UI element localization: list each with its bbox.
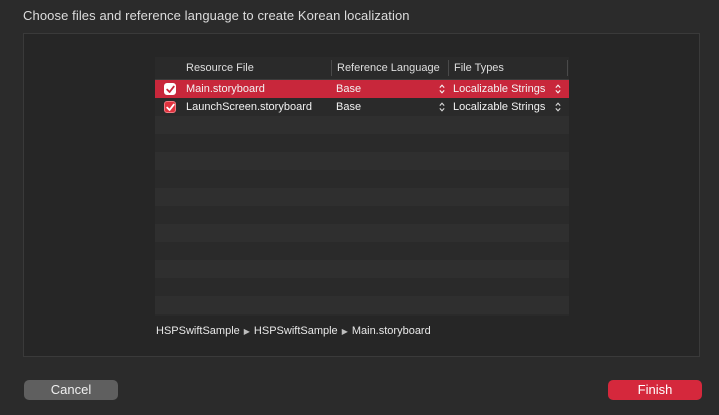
empty-row (155, 134, 569, 152)
table-row[interactable]: LaunchScreen.storyboard Base Localizable… (155, 98, 569, 116)
include-checkbox[interactable] (164, 83, 176, 95)
chevron-updown-icon[interactable] (439, 84, 445, 94)
cancel-button[interactable]: Cancel (24, 380, 118, 400)
finish-button[interactable]: Finish (608, 380, 702, 400)
path-breadcrumb: HSPSwiftSample ▶ HSPSwiftSample ▶ Main.story… (156, 325, 431, 337)
column-header-reference-language[interactable]: Reference Language (337, 57, 440, 79)
table-header: Resource File Reference Language File Ty… (155, 57, 569, 80)
empty-row (155, 188, 569, 206)
empty-row (155, 296, 569, 314)
empty-row (155, 278, 569, 296)
chevron-updown-icon[interactable] (555, 102, 561, 112)
dialog-title: Choose files and reference language to c… (23, 8, 410, 23)
checkmark-icon (166, 85, 175, 93)
chevron-updown-icon[interactable] (555, 84, 561, 94)
reference-language-popup[interactable]: Base (336, 98, 361, 116)
breadcrumb-item[interactable]: Main.storyboard (352, 325, 431, 337)
resource-table: Resource File Reference Language File Ty… (155, 57, 569, 316)
column-divider[interactable] (567, 60, 568, 76)
triangle-right-icon: ▶ (243, 327, 250, 336)
file-type-popup[interactable]: Localizable Strings (453, 98, 545, 116)
column-divider[interactable] (448, 60, 449, 76)
column-divider[interactable] (331, 60, 332, 76)
empty-row (155, 206, 569, 224)
resource-file-name: LaunchScreen.storyboard (186, 101, 312, 113)
empty-row (155, 260, 569, 278)
table-row[interactable]: Main.storyboard Base Localizable Strings (155, 80, 569, 98)
empty-row (155, 242, 569, 260)
chevron-updown-icon[interactable] (439, 102, 445, 112)
column-header-file-types[interactable]: File Types (454, 57, 504, 79)
column-header-resource-file[interactable]: Resource File (186, 57, 254, 79)
empty-row (155, 170, 569, 188)
empty-row (155, 224, 569, 242)
checkmark-icon (166, 103, 175, 111)
include-checkbox[interactable] (164, 101, 176, 113)
empty-row (155, 116, 569, 134)
breadcrumb-item[interactable]: HSPSwiftSample (156, 325, 240, 337)
file-type-popup[interactable]: Localizable Strings (453, 80, 545, 98)
breadcrumb-item[interactable]: HSPSwiftSample (254, 325, 338, 337)
triangle-right-icon: ▶ (341, 327, 348, 336)
empty-row (155, 152, 569, 170)
reference-language-popup[interactable]: Base (336, 80, 361, 98)
resource-file-name: Main.storyboard (186, 83, 265, 95)
